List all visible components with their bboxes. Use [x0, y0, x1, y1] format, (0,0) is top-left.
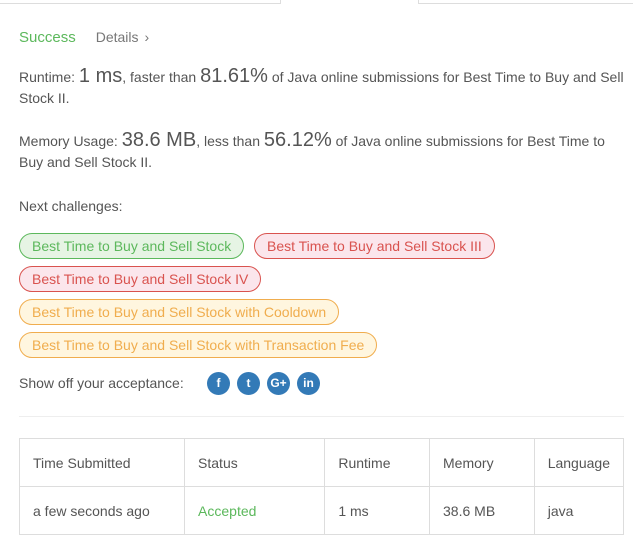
share-label: Show off your acceptance: — [19, 375, 184, 391]
cell-status-link[interactable]: Accepted — [184, 486, 326, 535]
cell-time: a few seconds ago — [18, 486, 186, 535]
column-header-language[interactable]: Language — [533, 438, 625, 487]
memory-label: Memory Usage: — [19, 133, 118, 149]
challenge-link-hard[interactable]: Best Time to Buy and Sell Stock IV — [19, 266, 262, 292]
challenge-link-medium[interactable]: Best Time to Buy and Sell Stock with Tra… — [19, 332, 378, 358]
divider — [19, 416, 624, 417]
tab-segment-active[interactable] — [281, 0, 418, 3]
top-tab-bar — [0, 0, 633, 4]
details-link[interactable]: Details › — [96, 29, 149, 45]
result-status-row: Success Details › — [19, 27, 149, 47]
challenge-link-easy[interactable]: Best Time to Buy and Sell Stock — [19, 233, 245, 259]
column-header-time[interactable]: Time Submitted — [18, 438, 186, 487]
cell-memory: 38.6 MB — [429, 486, 535, 535]
challenge-link-medium[interactable]: Best Time to Buy and Sell Stock with Coo… — [19, 299, 340, 325]
chevron-right-icon[interactable]: › — [145, 29, 150, 45]
runtime-value: 1 ms — [78, 65, 123, 87]
success-status: Success — [19, 28, 76, 46]
table-row: a few seconds ago Accepted 1 ms 38.6 MB … — [18, 486, 625, 535]
challenge-link-hard[interactable]: Best Time to Buy and Sell Stock III — [254, 233, 495, 259]
next-challenges-label: Next challenges: — [19, 198, 123, 214]
table-header-row: Time Submitted Status Runtime Memory Lan… — [18, 438, 625, 487]
column-header-status[interactable]: Status — [184, 438, 326, 487]
column-header-memory[interactable]: Memory — [429, 438, 535, 487]
runtime-compare: , faster than — [122, 69, 197, 85]
memory-percent: 56.12% — [263, 129, 332, 151]
runtime-stat: Runtime: 1 ms, faster than 81.61% of Jav… — [19, 66, 629, 109]
column-header-runtime[interactable]: Runtime — [324, 438, 431, 487]
tab-segment[interactable] — [0, 0, 281, 4]
runtime-label: Runtime: — [19, 69, 76, 85]
memory-compare: , less than — [196, 133, 261, 149]
tab-segment[interactable] — [418, 0, 633, 4]
cell-runtime: 1 ms — [324, 486, 431, 535]
submissions-table: Time Submitted Status Runtime Memory Lan… — [18, 438, 625, 535]
memory-value: 38.6 MB — [121, 129, 197, 151]
google-plus-icon[interactable]: G+ — [267, 372, 290, 395]
memory-stat: Memory Usage: 38.6 MB, less than 56.12% … — [19, 130, 629, 173]
cell-language: java — [533, 486, 625, 535]
details-label[interactable]: Details — [96, 29, 139, 45]
twitter-icon[interactable]: t — [237, 372, 260, 395]
linkedin-icon[interactable]: in — [297, 372, 320, 395]
runtime-percent: 81.61% — [200, 65, 268, 87]
facebook-icon[interactable]: f — [207, 372, 230, 395]
